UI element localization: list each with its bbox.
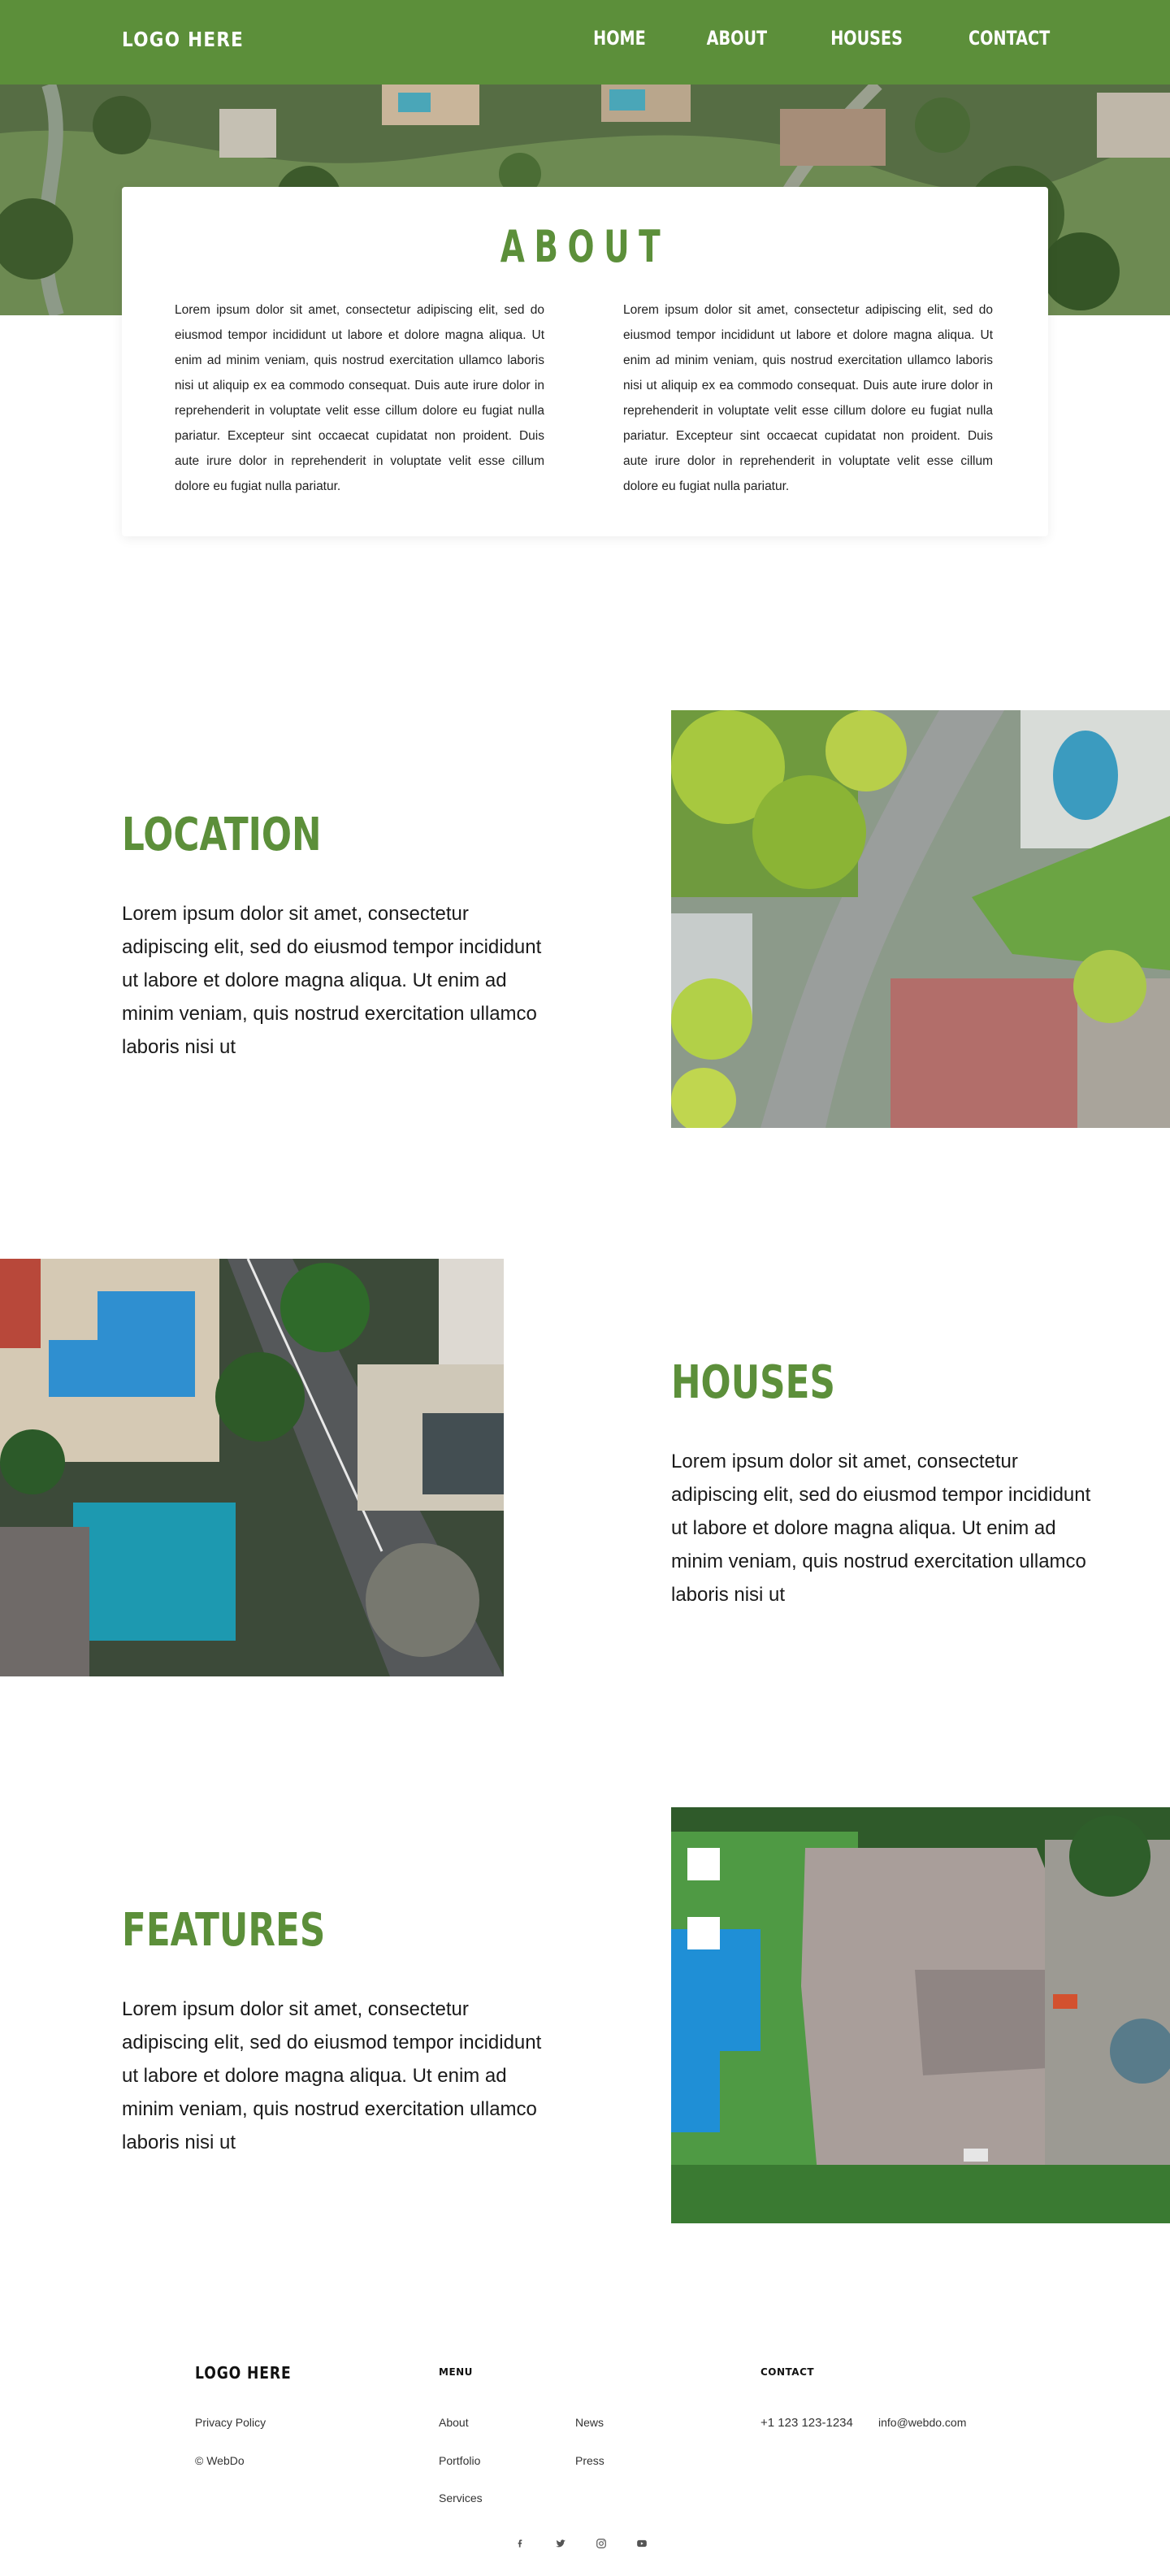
- main-menu: HOME ABOUT HOUSES CONTACT: [535, 27, 1050, 50]
- youtube-icon[interactable]: [632, 2534, 652, 2553]
- features-text: Lorem ipsum dolor sit amet, consectetur …: [122, 1998, 542, 2153]
- nav-home-link[interactable]: HOME: [593, 27, 646, 50]
- privacy-policy-link[interactable]: Privacy Policy: [195, 2416, 266, 2429]
- top-nav-bar: LOGO HERE HOME ABOUT HOUSES CONTACT: [0, 0, 1170, 85]
- nav-about-link[interactable]: ABOUT: [706, 27, 767, 50]
- features-heading: FEATURES: [122, 1904, 326, 1957]
- facebook-icon[interactable]: [510, 2534, 530, 2553]
- twitter-icon[interactable]: [551, 2534, 570, 2553]
- location-text: Lorem ipsum dolor sit amet, consectetur …: [122, 903, 542, 1058]
- footer-link-portfolio[interactable]: Portfolio: [439, 2454, 480, 2467]
- about-card: ABOUT Lorem ipsum dolor sit amet, consec…: [122, 187, 1048, 536]
- houses-heading: HOUSES: [671, 1356, 835, 1409]
- instagram-icon[interactable]: [592, 2534, 611, 2553]
- about-text-right: Lorem ipsum dolor sit amet, consectetur …: [623, 303, 993, 493]
- site-logo[interactable]: LOGO HERE: [122, 28, 244, 51]
- footer-link-news[interactable]: News: [575, 2416, 604, 2429]
- footer-link-services[interactable]: Services: [439, 2491, 483, 2504]
- houses-aerial-photo: [0, 1259, 504, 1676]
- location-heading: LOCATION: [122, 809, 322, 861]
- features-aerial-photo: [671, 1807, 1170, 2223]
- nav-contact-link[interactable]: CONTACT: [968, 27, 1050, 50]
- contact-email[interactable]: info@webdo.com: [878, 2416, 966, 2429]
- contact-phone[interactable]: +1 123 123-1234: [760, 2416, 853, 2430]
- footer-menu-heading: MENU: [439, 2366, 473, 2378]
- nav-houses-link[interactable]: HOUSES: [830, 27, 903, 50]
- houses-text: Lorem ipsum dolor sit amet, consectetur …: [671, 1451, 1091, 1606]
- footer-link-about[interactable]: About: [439, 2416, 469, 2429]
- copyright-text: © WebDo: [195, 2454, 245, 2467]
- about-text-left: Lorem ipsum dolor sit amet, consectetur …: [175, 303, 544, 493]
- social-links: [510, 2534, 673, 2553]
- about-heading: ABOUT: [500, 221, 670, 272]
- footer-contact-heading: CONTACT: [760, 2366, 815, 2378]
- location-aerial-photo: [671, 710, 1170, 1128]
- footer-link-press[interactable]: Press: [575, 2454, 604, 2467]
- footer-logo[interactable]: LOGO HERE: [195, 2363, 292, 2383]
